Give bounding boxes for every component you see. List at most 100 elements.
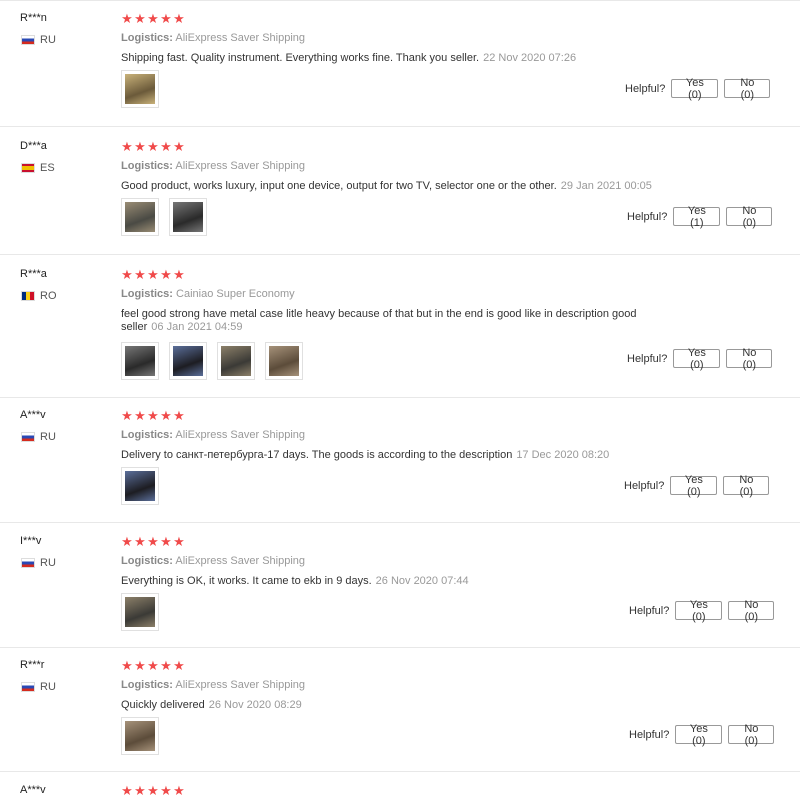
helpful-label: Helpful? — [624, 479, 665, 492]
helpful-no-button[interactable]: No (0) — [726, 205, 773, 229]
review-date: 26 Nov 2020 08:29 — [208, 699, 302, 711]
review-comment: Delivery to санкт-петербурга-17 days. Th… — [121, 449, 681, 462]
photo-image — [125, 346, 155, 376]
helpful-yes-button[interactable]: Yes (0) — [675, 723, 723, 747]
review-photo-thumbnail[interactable] — [169, 198, 207, 236]
review-comment: feel good strong have metal case litle h… — [121, 308, 681, 334]
star-icon: ★ — [147, 267, 159, 282]
star-icon: ★ — [147, 139, 159, 154]
star-icon: ★ — [121, 408, 133, 423]
star-icon: ★ — [160, 11, 172, 26]
photo-image — [125, 721, 155, 751]
logistics-info: Logistics: AliExpress Saver Shipping — [121, 679, 305, 691]
helpful-no-button[interactable]: No (0) — [728, 723, 775, 747]
star-rating: ★ ★ ★ ★ ★ — [121, 140, 185, 153]
logistics-label: Logistics: — [121, 429, 173, 441]
logistics-label: Logistics: — [121, 555, 173, 567]
helpful-no-button[interactable]: No (0) — [726, 347, 773, 371]
star-rating: ★ ★ ★ ★ ★ — [121, 12, 185, 25]
helpful-vote: Helpful? Yes (0) No (0) — [627, 347, 773, 371]
star-icon: ★ — [160, 267, 172, 282]
logistics-method: AliExpress Saver Shipping — [175, 429, 306, 441]
review-comment: Everything is OK, it works. It came to e… — [121, 575, 681, 588]
reviewer-country: RU — [21, 557, 56, 569]
review-photos — [121, 467, 159, 505]
country-code: RU — [40, 34, 56, 46]
reviewer-name: A***v — [20, 784, 46, 796]
logistics-info: Logistics: AliExpress Saver Shipping — [121, 429, 305, 441]
logistics-method: AliExpress Saver Shipping — [175, 32, 306, 44]
star-icon: ★ — [121, 658, 133, 673]
helpful-label: Helpful? — [627, 210, 668, 223]
review-date: 22 Nov 2020 07:26 — [483, 52, 577, 64]
star-icon: ★ — [147, 783, 159, 798]
logistics-info: Logistics: AliExpress Saver Shipping — [121, 160, 305, 172]
country-code: RU — [40, 681, 56, 693]
star-icon: ★ — [160, 534, 172, 549]
star-icon: ★ — [173, 658, 185, 673]
star-icon: ★ — [121, 267, 133, 282]
country-code: ES — [40, 162, 55, 174]
star-rating: ★ ★ ★ ★ ★ — [121, 535, 185, 548]
star-icon: ★ — [173, 408, 185, 423]
helpful-yes-button[interactable]: Yes (0) — [673, 347, 721, 371]
star-icon: ★ — [121, 139, 133, 154]
helpful-no-button[interactable]: No (0) — [724, 77, 771, 101]
reviewer-name: D***a — [20, 140, 47, 152]
review-photo-thumbnail[interactable] — [121, 70, 159, 108]
star-rating: ★ ★ ★ ★ ★ — [121, 409, 185, 422]
review-photo-thumbnail[interactable] — [169, 342, 207, 380]
star-icon: ★ — [173, 534, 185, 549]
comment-text: Quickly delivered — [121, 699, 205, 711]
reviewer-name: I***v — [20, 535, 42, 547]
photo-image — [125, 471, 155, 501]
review-photo-thumbnail[interactable] — [121, 593, 159, 631]
top-divider — [0, 0, 800, 1]
logistics-method: AliExpress Saver Shipping — [175, 679, 306, 691]
review-photo-thumbnail[interactable] — [121, 342, 159, 380]
star-icon: ★ — [134, 534, 146, 549]
star-icon: ★ — [134, 267, 146, 282]
star-icon: ★ — [134, 139, 146, 154]
review-photo-thumbnail[interactable] — [265, 342, 303, 380]
star-icon: ★ — [134, 11, 146, 26]
review-divider — [0, 397, 800, 398]
star-icon: ★ — [173, 783, 185, 798]
review-photos — [121, 717, 159, 755]
reviewer-country: ES — [21, 162, 55, 174]
flag-icon — [21, 682, 35, 692]
helpful-no-button[interactable]: No (0) — [723, 474, 770, 498]
logistics-method: Cainiao Super Economy — [176, 288, 295, 300]
review-divider — [0, 771, 800, 772]
helpful-vote: Helpful? Yes (0) No (0) — [624, 474, 770, 498]
review-divider — [0, 126, 800, 127]
logistics-label: Logistics: — [121, 288, 173, 300]
review-divider — [0, 254, 800, 255]
review-photo-thumbnail[interactable] — [121, 717, 159, 755]
helpful-yes-button[interactable]: Yes (0) — [671, 77, 719, 101]
review-photo-thumbnail[interactable] — [121, 467, 159, 505]
helpful-yes-button[interactable]: Yes (1) — [673, 205, 721, 229]
flag-icon — [21, 35, 35, 45]
helpful-yes-button[interactable]: Yes (0) — [675, 599, 723, 623]
review-divider — [0, 647, 800, 648]
helpful-yes-button[interactable]: Yes (0) — [670, 474, 718, 498]
reviewer-country: RU — [21, 431, 56, 443]
star-rating: ★ ★ ★ ★ ★ — [121, 784, 185, 797]
photo-image — [269, 346, 299, 376]
logistics-label: Logistics: — [121, 32, 173, 44]
flag-icon — [21, 291, 35, 301]
photo-image — [125, 202, 155, 232]
comment-text: Good product, works luxury, input one de… — [121, 180, 557, 192]
star-icon: ★ — [121, 534, 133, 549]
logistics-method: AliExpress Saver Shipping — [175, 555, 306, 567]
country-code: RO — [40, 290, 57, 302]
star-icon: ★ — [134, 408, 146, 423]
helpful-label: Helpful? — [629, 604, 670, 617]
helpful-no-button[interactable]: No (0) — [728, 599, 775, 623]
reviewer-name: R***n — [20, 12, 47, 24]
review-photo-thumbnail[interactable] — [217, 342, 255, 380]
star-icon: ★ — [147, 408, 159, 423]
helpful-label: Helpful? — [625, 82, 666, 95]
review-photo-thumbnail[interactable] — [121, 198, 159, 236]
